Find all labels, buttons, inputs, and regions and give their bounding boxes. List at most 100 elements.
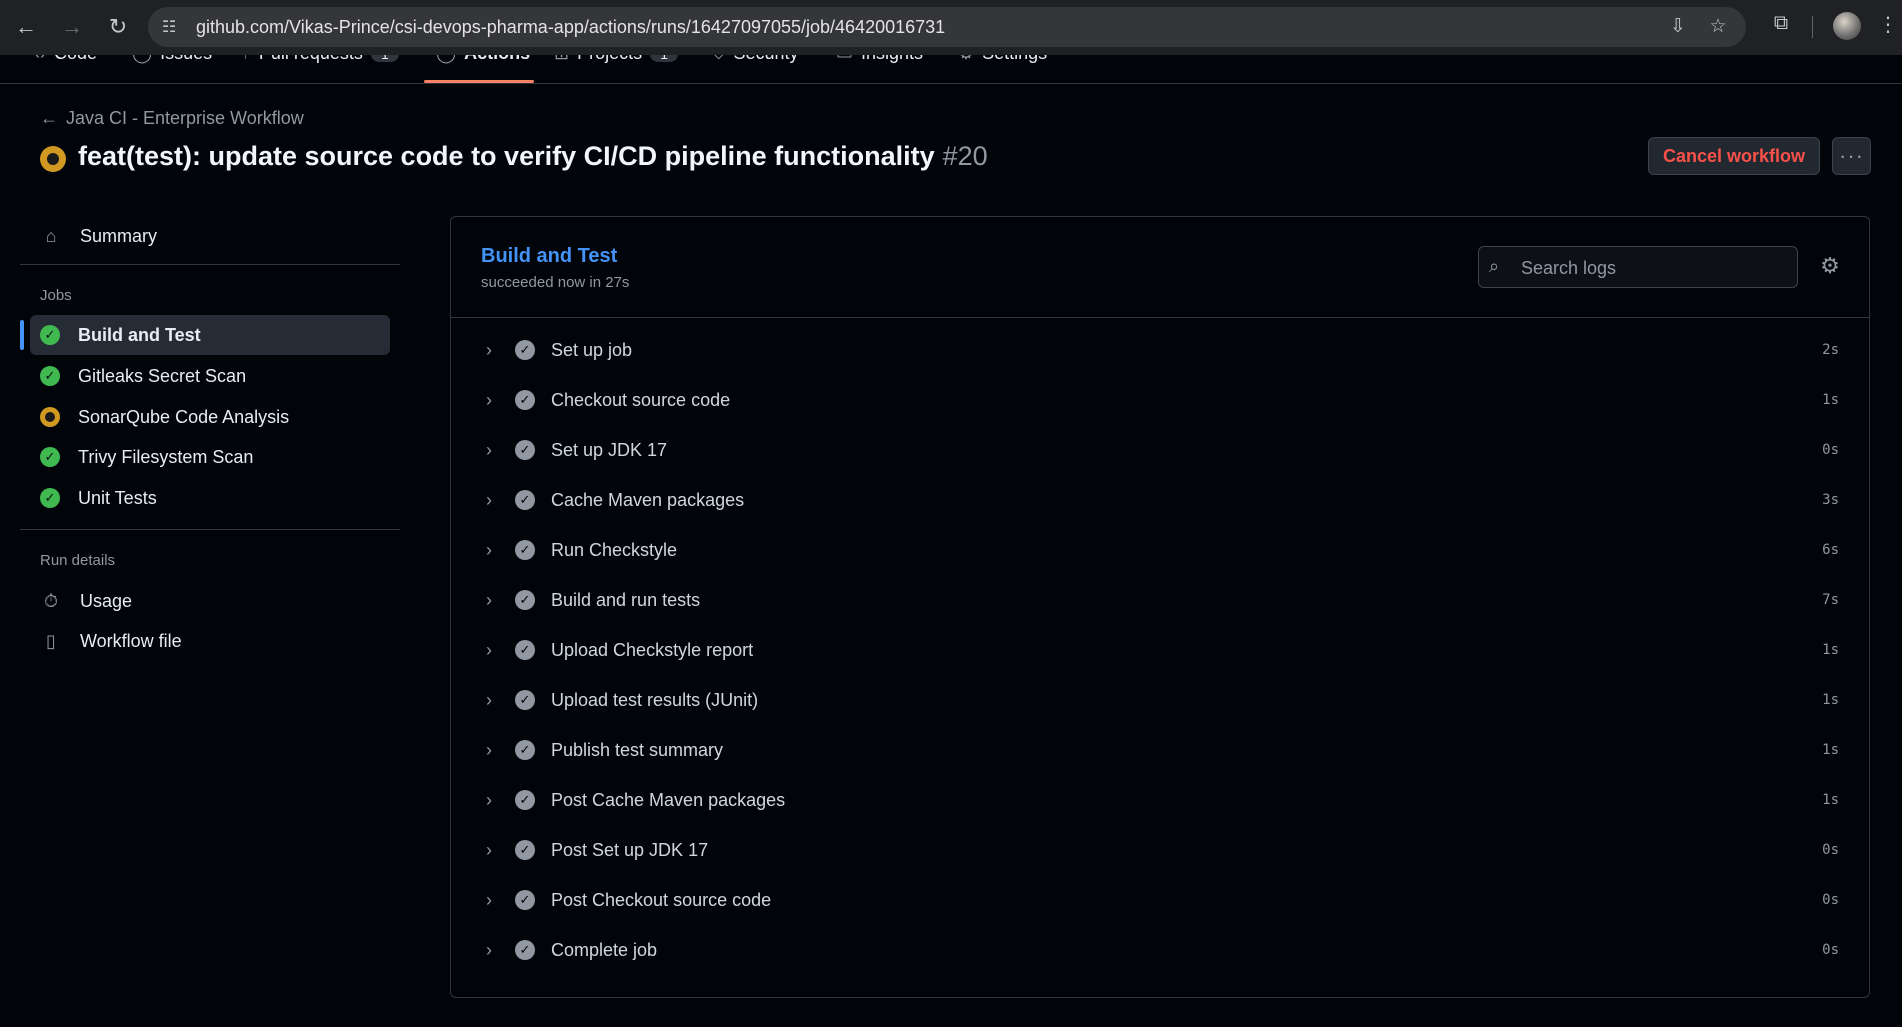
step-duration: 0s — [1822, 892, 1839, 908]
site-settings-icon[interactable]: ☷ — [162, 17, 182, 37]
chevron-right-icon[interactable]: › — [481, 890, 497, 911]
home-icon: ⌂ — [45, 225, 57, 246]
tab-pull-requests[interactable]: ⑂Pull requests1 — [240, 55, 399, 67]
in-progress-icon — [40, 407, 60, 427]
play-icon: ◯ — [436, 55, 456, 63]
chevron-right-icon[interactable]: › — [481, 490, 497, 511]
tab-insights[interactable]: ▭Insights — [836, 55, 923, 67]
forward-arrow-icon[interactable]: → — [56, 11, 88, 43]
tab-settings[interactable]: ⚙Settings — [958, 55, 1047, 67]
step-name: Post Cache Maven packages — [551, 789, 786, 810]
step-row[interactable]: › ✓ Build and run tests 7s — [451, 577, 1869, 623]
sidebar-item-workflow-file[interactable]: ▯ Workflow file — [30, 621, 390, 661]
job-label: Trivy Filesystem Scan — [78, 446, 254, 467]
sidebar-item-usage[interactable]: ⏱ Usage — [30, 581, 390, 621]
url-text[interactable]: github.com/Vikas-Prince/csi-devops-pharm… — [196, 17, 945, 38]
step-duration: 0s — [1822, 442, 1839, 458]
chevron-right-icon[interactable]: › — [481, 940, 497, 961]
toolbar-divider — [1812, 16, 1813, 38]
step-row[interactable]: › ✓ Set up job 2s — [451, 327, 1869, 373]
check-circle-icon: ✓ — [40, 366, 60, 386]
tab-projects[interactable]: ⊞Projects1 — [554, 55, 679, 67]
reload-icon[interactable]: ↻ — [102, 11, 134, 43]
step-row[interactable]: › ✓ Checkout source code 1s — [451, 377, 1869, 423]
bookmark-star-icon[interactable]: ☆ — [1706, 15, 1730, 39]
more-options-button[interactable]: ··· — [1832, 137, 1871, 175]
address-bar[interactable]: ☷ github.com/Vikas-Prince/csi-devops-pha… — [148, 7, 1746, 47]
step-duration: 1s — [1822, 642, 1839, 658]
chevron-right-icon[interactable]: › — [481, 440, 497, 461]
pull-request-icon: ⑂ — [240, 55, 251, 63]
job-label: SonarQube Code Analysis — [78, 406, 290, 427]
sidebar-item-label: Workflow file — [80, 630, 182, 651]
chevron-right-icon[interactable]: › — [481, 390, 497, 411]
sidebar-item-summary[interactable]: ⌂ Summary — [30, 216, 390, 256]
tab-code[interactable]: ‹›Code — [34, 55, 97, 67]
chevron-right-icon[interactable]: › — [481, 740, 497, 761]
chevron-right-icon[interactable]: › — [481, 590, 497, 611]
step-row[interactable]: › ✓ Post Set up JDK 17 0s — [451, 827, 1869, 873]
table-icon: ⊞ — [554, 55, 569, 63]
step-duration: 3s — [1822, 492, 1839, 508]
step-row[interactable]: › ✓ Post Checkout source code 0s — [451, 877, 1869, 923]
back-to-workflow-link[interactable]: ← Java CI - Enterprise Workflow — [40, 108, 304, 129]
step-duration: 1s — [1822, 392, 1839, 408]
step-name: Checkout source code — [551, 389, 731, 410]
step-row[interactable]: › ✓ Cache Maven packages 3s — [451, 477, 1869, 523]
sidebar-job-build-and-test[interactable]: ✓ Build and Test — [30, 315, 390, 355]
shield-icon: ⛉ — [712, 55, 726, 63]
step-row[interactable]: › ✓ Run Checkstyle 6s — [451, 527, 1869, 573]
stopwatch-icon: ⏱ — [43, 590, 59, 611]
cancel-workflow-button[interactable]: Cancel workflow — [1648, 137, 1820, 175]
jobs-heading: Jobs — [40, 287, 72, 304]
check-circle-icon: ✓ — [40, 447, 60, 467]
tab-actions[interactable]: ◯Actions — [436, 55, 530, 67]
chevron-right-icon[interactable]: › — [481, 340, 497, 361]
check-circle-icon: ✓ — [515, 440, 535, 460]
chevron-right-icon[interactable]: › — [481, 540, 497, 561]
sidebar-job-sonarqube-code-analysis[interactable]: SonarQube Code Analysis — [30, 397, 390, 437]
check-circle-icon: ✓ — [40, 325, 60, 345]
sidebar-job-unit-tests[interactable]: ✓ Unit Tests — [30, 478, 390, 518]
extensions-icon[interactable]: ⧉ — [1766, 12, 1796, 42]
chevron-right-icon[interactable]: › — [481, 790, 497, 811]
job-label: Build and Test — [78, 324, 201, 345]
sidebar-job-trivy-filesystem-scan[interactable]: ✓ Trivy Filesystem Scan — [30, 437, 390, 477]
step-name: Post Set up JDK 17 — [551, 839, 709, 860]
step-row[interactable]: › ✓ Set up JDK 17 0s — [451, 427, 1869, 473]
job-title[interactable]: Build and Test — [481, 245, 617, 268]
chevron-right-icon[interactable]: › — [481, 690, 497, 711]
menu-kebab-icon[interactable]: ⋮ — [1878, 12, 1898, 42]
check-circle-icon: ✓ — [515, 590, 535, 610]
step-name: Build and run tests — [551, 589, 701, 610]
pull-requests-count: 1 — [370, 55, 399, 62]
check-circle-icon: ✓ — [515, 640, 535, 660]
step-row[interactable]: › ✓ Complete job 0s — [451, 927, 1869, 973]
search-icon: ⌕ — [1489, 256, 1500, 276]
workflow-name[interactable]: Java CI - Enterprise Workflow — [66, 108, 304, 129]
gear-icon: ⚙ — [958, 55, 974, 63]
profile-avatar[interactable] — [1833, 12, 1861, 40]
back-arrow-icon[interactable]: ← — [10, 11, 42, 43]
chevron-right-icon[interactable]: › — [481, 840, 497, 861]
chevron-right-icon[interactable]: › — [481, 640, 497, 661]
run-number: #20 — [942, 141, 988, 171]
tab-issues[interactable]: ◯Issues — [132, 55, 212, 67]
search-logs-input[interactable] — [1519, 253, 1793, 283]
check-circle-icon: ✓ — [515, 740, 535, 760]
step-row[interactable]: › ✓ Upload test results (JUnit) 1s — [451, 677, 1869, 723]
sidebar-job-gitleaks-secret-scan[interactable]: ✓ Gitleaks Secret Scan — [30, 356, 390, 396]
step-name: Set up JDK 17 — [551, 439, 668, 460]
tab-security[interactable]: ⛉Security — [712, 55, 799, 67]
repo-nav: ‹›Code ◯Issues ⑂Pull requests1 ◯Actions … — [0, 55, 1902, 84]
install-app-icon[interactable]: ⇩ — [1666, 15, 1690, 39]
run-details-heading: Run details — [40, 552, 116, 569]
log-settings-gear-icon[interactable]: ⚙ — [1817, 253, 1843, 279]
step-row[interactable]: › ✓ Upload Checkstyle report 1s — [451, 627, 1869, 673]
step-row[interactable]: › ✓ Post Cache Maven packages 1s — [451, 777, 1869, 823]
step-row[interactable]: › ✓ Publish test summary 1s — [451, 727, 1869, 773]
search-logs-box[interactable]: ⌕ — [1478, 246, 1798, 288]
in-progress-status-icon — [40, 146, 66, 172]
check-circle-icon: ✓ — [515, 490, 535, 510]
step-name: Upload Checkstyle report — [551, 639, 754, 660]
